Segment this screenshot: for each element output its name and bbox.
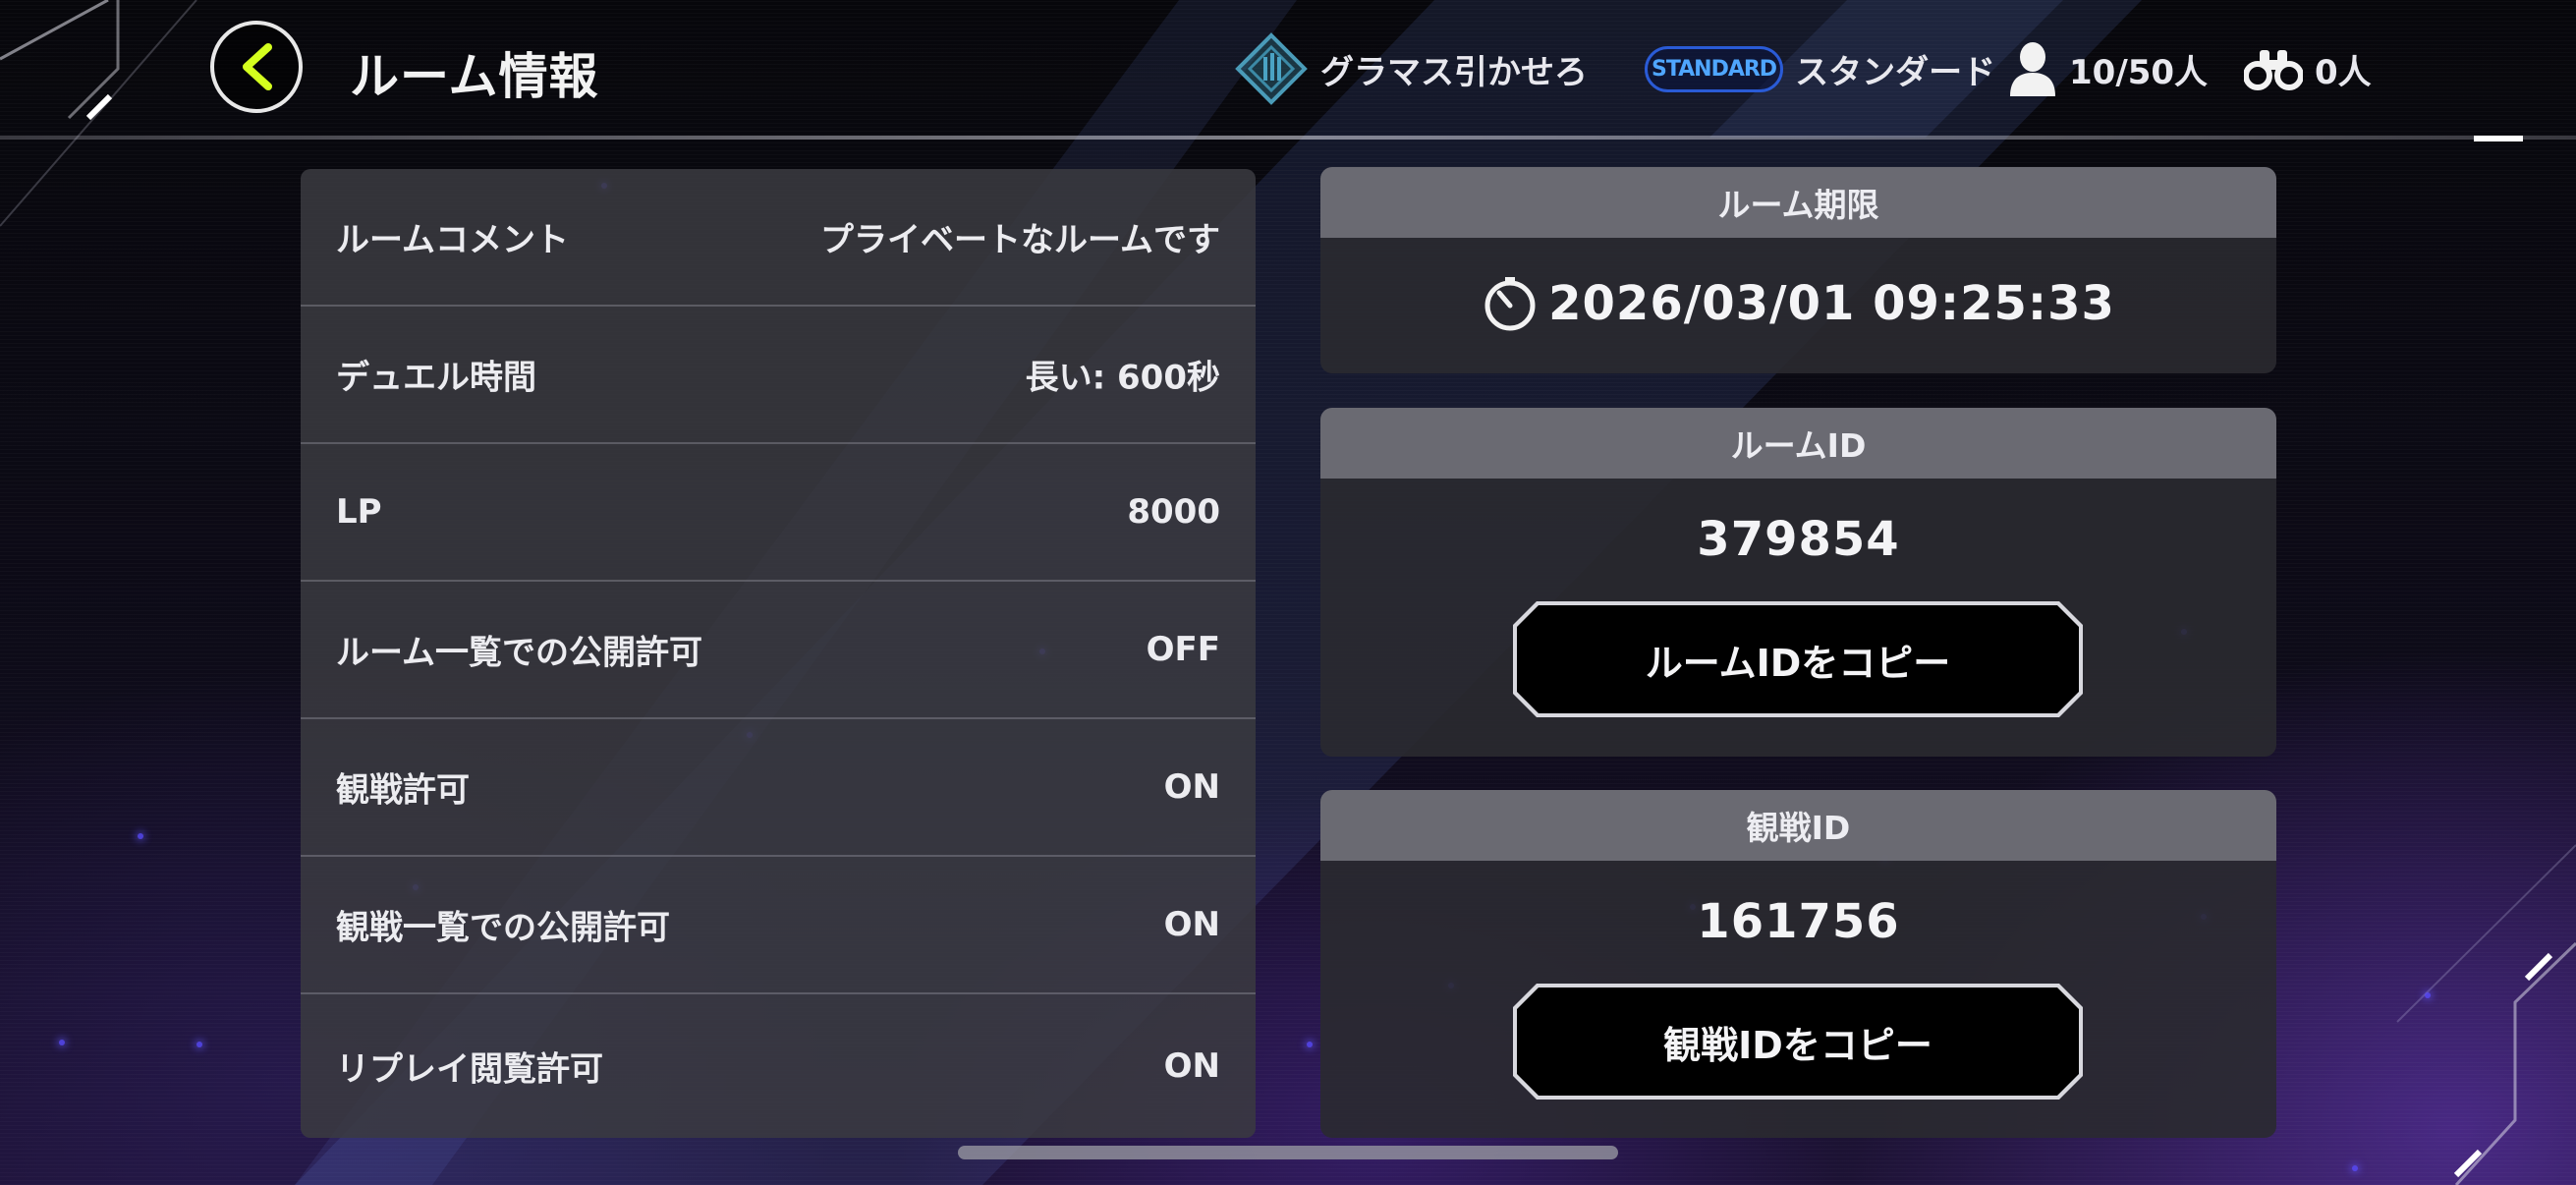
copy-spectate-id-button[interactable]: 観戦IDをコピー bbox=[1517, 988, 2079, 1096]
setting-row-replay-allowed: リプレイ閲覧許可 ON bbox=[301, 994, 1256, 1138]
page-title: ルーム情報 bbox=[350, 48, 599, 105]
format-indicator: STANDARD スタンダード bbox=[1645, 39, 1995, 98]
setting-row-lp: LP 8000 bbox=[301, 444, 1256, 582]
setting-label: リプレイ閲覧許可 bbox=[336, 1049, 603, 1090]
spectate-id-title: 観戦ID bbox=[1320, 790, 2276, 861]
chevron-left-icon bbox=[243, 43, 272, 90]
setting-value: 8000 bbox=[1127, 492, 1220, 532]
setting-value: ON bbox=[1163, 767, 1220, 807]
setting-row-spectate-allowed: 観戦許可 ON bbox=[301, 719, 1256, 857]
header-divider bbox=[0, 136, 2576, 140]
mode-indicator: グラマス引かせろ bbox=[1234, 32, 1588, 105]
setting-label: デュエル時間 bbox=[336, 358, 536, 398]
player-count: 10/50人 bbox=[2008, 39, 2208, 98]
copy-room-id-button[interactable]: ルームIDをコピー bbox=[1517, 605, 2079, 713]
setting-label: 観戦一覧での公開許可 bbox=[336, 908, 670, 948]
standard-badge-icon: STANDARD bbox=[1645, 45, 1784, 92]
player-count-value: 10/50人 bbox=[2069, 52, 2209, 92]
particle bbox=[1307, 1042, 1313, 1047]
setting-value: ON bbox=[1163, 1046, 1220, 1086]
setting-row-spectate-list-public: 観戦一覧での公開許可 ON bbox=[301, 857, 1256, 994]
room-settings-panel: ルームコメント プライベートなルームです デュエル時間 長い: 600秒 LP … bbox=[301, 169, 1256, 1138]
home-indicator[interactable] bbox=[958, 1146, 1618, 1159]
setting-label: 観戦許可 bbox=[336, 770, 470, 811]
setting-value: 長い: 600秒 bbox=[1025, 358, 1220, 398]
setting-value: プライベートなルームです bbox=[820, 220, 1220, 260]
particle bbox=[196, 1042, 202, 1047]
person-icon bbox=[2010, 42, 2055, 96]
particle bbox=[2352, 1165, 2358, 1171]
setting-label: ルーム一覧での公開許可 bbox=[336, 633, 702, 673]
setting-row-duel-time: デュエル時間 長い: 600秒 bbox=[301, 307, 1256, 444]
header-divider-accent bbox=[2474, 136, 2523, 141]
particle bbox=[59, 1040, 65, 1045]
spectate-id-card: 観戦ID 161756 観戦IDをコピー bbox=[1320, 790, 2276, 1138]
room-expiry-row: 2026/03/01 09:25:33 bbox=[1320, 238, 2276, 369]
room-id-title: ルームID bbox=[1320, 408, 2276, 479]
spectator-count-value: 0人 bbox=[2315, 52, 2372, 92]
room-expiry-title: ルーム期限 bbox=[1320, 167, 2276, 238]
setting-row-room-list-public: ルーム一覧での公開許可 OFF bbox=[301, 582, 1256, 719]
room-expiry-card: ルーム期限 2026/03/01 09:25:33 bbox=[1320, 167, 2276, 373]
room-expiry-value: 2026/03/01 09:25:33 bbox=[1548, 276, 2115, 331]
particle bbox=[138, 833, 143, 839]
setting-label: LP bbox=[336, 492, 382, 532]
setting-label: ルームコメント bbox=[336, 220, 569, 260]
format-label: スタンダード bbox=[1795, 52, 1996, 92]
setting-value: OFF bbox=[1146, 630, 1220, 669]
particle bbox=[2425, 992, 2431, 998]
timer-icon bbox=[1484, 277, 1536, 331]
room-info-screen: ルーム情報 グラマス引かせろ STANDARD スタンダード 10/50人 0人 bbox=[0, 0, 2576, 1185]
room-id-value: 379854 bbox=[1697, 512, 1900, 567]
setting-row-room-comment: ルームコメント プライベートなルームです bbox=[301, 169, 1256, 307]
back-button[interactable] bbox=[210, 21, 303, 113]
spectator-count: 0人 bbox=[2244, 39, 2372, 98]
room-id-card: ルームID 379854 ルームIDをコピー bbox=[1320, 408, 2276, 757]
binoculars-icon bbox=[2244, 50, 2303, 90]
mode-label: グラマス引かせろ bbox=[1320, 52, 1588, 92]
spectate-id-value: 161756 bbox=[1697, 894, 1900, 949]
setting-value: ON bbox=[1163, 905, 1220, 944]
rank-diamond-icon bbox=[1235, 32, 1308, 105]
